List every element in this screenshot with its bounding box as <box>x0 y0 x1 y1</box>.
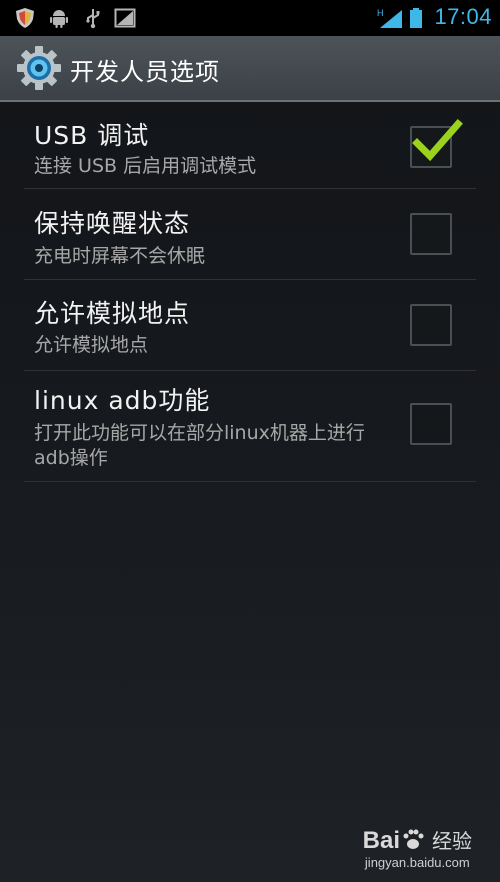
pref-stay-awake[interactable]: 保持唤醒状态 充电时屏幕不会休眠 <box>0 189 500 279</box>
mock-locations-checkbox[interactable] <box>410 304 452 346</box>
stay-awake-checkbox[interactable] <box>410 213 452 255</box>
image-icon <box>114 8 136 28</box>
usb-icon <box>86 9 100 29</box>
pref-usb-debugging[interactable]: USB 调试 连接 USB 后启用调试模式 <box>0 102 500 188</box>
network-h-icon: H <box>377 8 384 18</box>
status-time: 17:04 <box>434 4 492 29</box>
divider <box>24 481 476 482</box>
pref-title: 允许模拟地点 <box>34 299 191 328</box>
pref-title: linux adb功能 <box>34 386 211 415</box>
settings-gear-icon[interactable] <box>16 45 62 91</box>
pref-summary: 打开此功能可以在部分linux机器上进行adb操作 <box>34 422 365 469</box>
signal-icon: H <box>377 8 402 28</box>
pref-summary: 连接 USB 后启用调试模式 <box>34 155 257 177</box>
watermark-url: jingyan.baidu.com <box>364 855 470 870</box>
pref-summary: 充电时屏幕不会休眠 <box>34 245 206 267</box>
baidu-jingyan-watermark: Bai du经验 jingyan.baidu.com <box>363 825 472 870</box>
pref-mock-locations[interactable]: 允许模拟地点 允许模拟地点 <box>0 280 500 370</box>
page-title: 开发人员选项 <box>70 58 220 86</box>
battery-icon <box>410 8 422 28</box>
status-bar: H 17:04 <box>0 0 500 36</box>
action-bar: 开发人员选项 <box>0 36 500 102</box>
shield-icon <box>16 8 34 28</box>
pref-linux-adb[interactable]: linux adb功能 打开此功能可以在部分linux机器上进行adb操作 <box>0 371 500 481</box>
checkmark-icon <box>412 119 463 162</box>
pref-title: 保持唤醒状态 <box>34 209 191 238</box>
android-icon <box>50 10 68 28</box>
pref-summary: 允许模拟地点 <box>34 334 149 356</box>
usb-debugging-checkbox[interactable] <box>410 119 463 168</box>
paw-icon <box>403 829 424 849</box>
pref-title: USB 调试 <box>34 121 150 150</box>
watermark-logo: Bai du经验 <box>362 827 472 854</box>
linux-adb-checkbox[interactable] <box>410 403 452 445</box>
